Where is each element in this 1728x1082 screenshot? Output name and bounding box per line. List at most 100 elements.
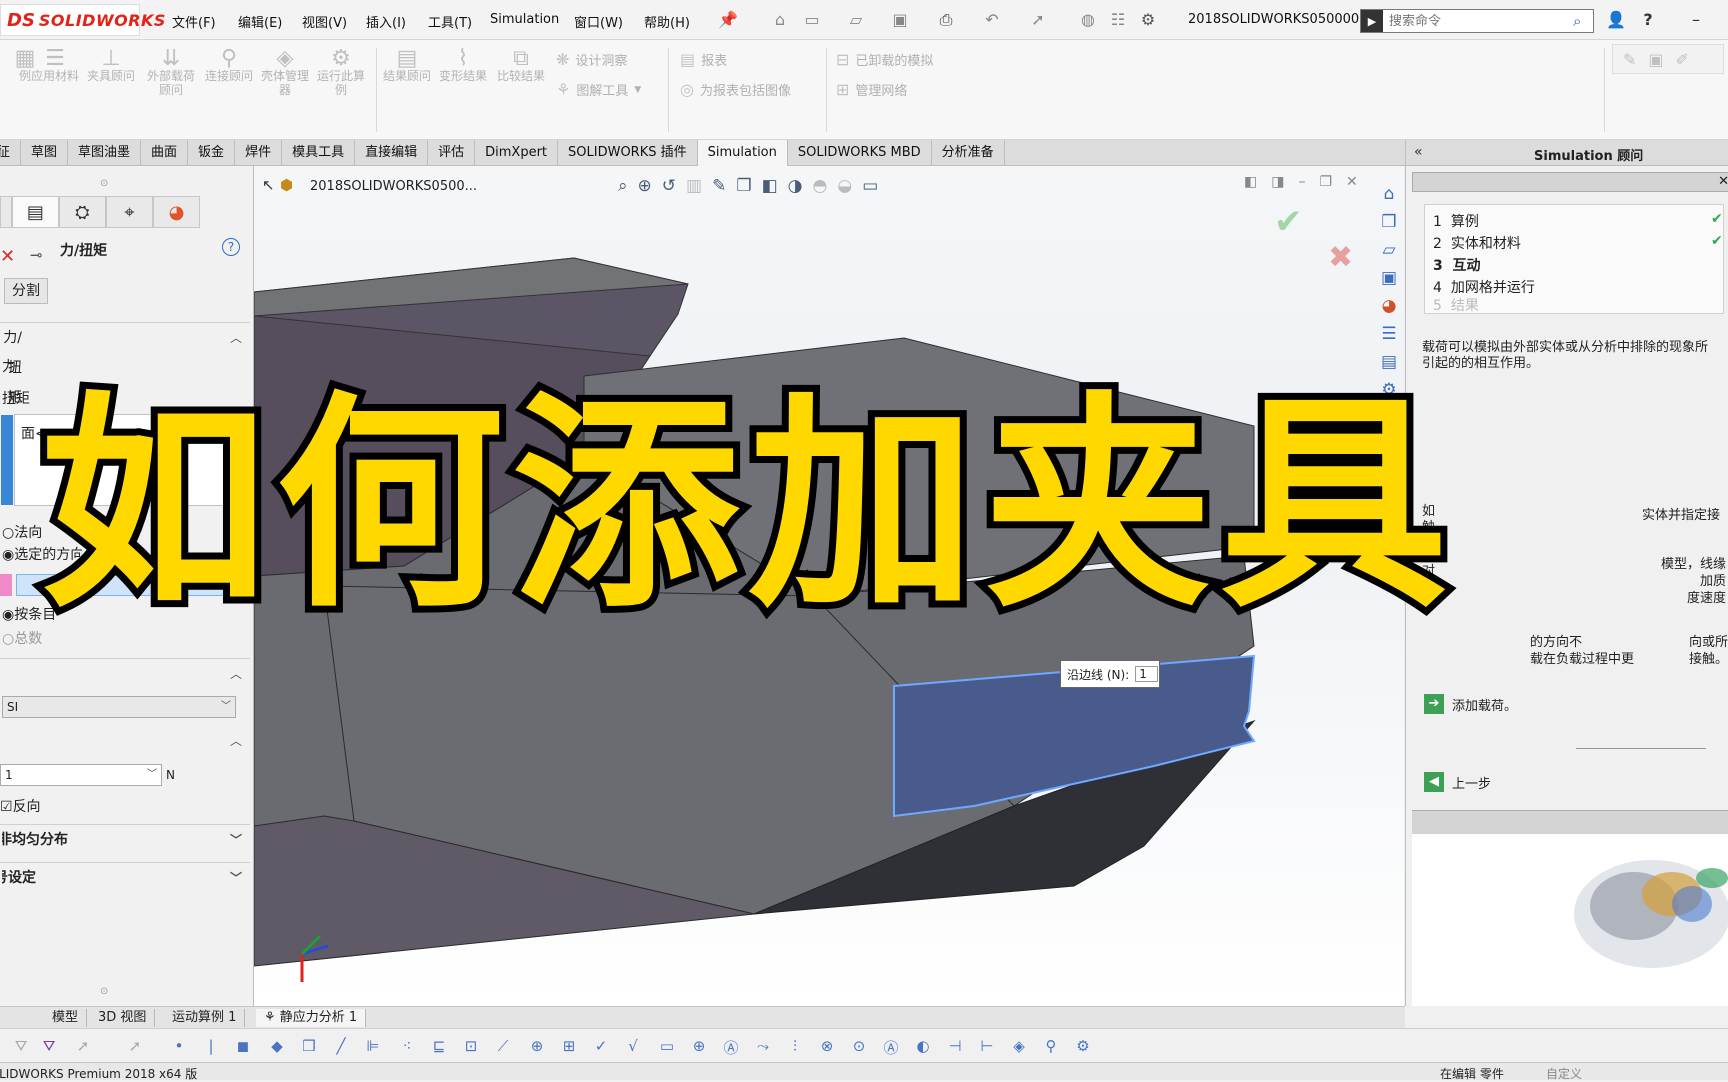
select-icon[interactable]: ➚ — [72, 1037, 94, 1057]
filter-ref-icon[interactable]: ⚲ — [1040, 1037, 1062, 1057]
filter-center-mark-icon[interactable]: ⊕ — [526, 1037, 548, 1057]
filter-geometric-tolerance-icon[interactable]: ⊕ — [688, 1037, 710, 1057]
units-select[interactable]: SI ﹀ — [2, 696, 236, 718]
menu-insert[interactable]: 插入(I) — [366, 12, 406, 31]
user-icon[interactable]: 👤 — [1606, 10, 1626, 30]
offloaded-simulations-button[interactable]: ⊟ 已卸载的模拟 — [836, 50, 933, 69]
shell-manager-button[interactable]: ◈ 壳体管理器 — [260, 48, 310, 98]
normal-radio[interactable]: ○法向 — [2, 522, 42, 542]
close-icon[interactable]: ✕ — [1718, 174, 1728, 189]
appearances-icon[interactable]: ◕ — [1382, 296, 1397, 316]
filter-surface-finish-icon[interactable]: ✓ — [590, 1037, 612, 1057]
compare-results-button[interactable]: ⧉ 比较结果 — [496, 48, 546, 84]
panel-grip[interactable]: ⊙ — [100, 986, 108, 997]
file-properties-icon[interactable]: ☷ — [1108, 10, 1128, 30]
back-link[interactable]: ◀ 上一步 — [1424, 772, 1491, 792]
results-advisor-button[interactable]: ▤ 结果顾问 — [382, 48, 432, 84]
tab-sheet-metal[interactable]: 钣金 — [188, 140, 236, 166]
plot-tools-button[interactable]: ⚘ 图解工具 ▼ — [556, 80, 641, 99]
deformed-result-button[interactable]: ⌇ 变形结果 — [438, 48, 488, 84]
filter-cosmetic-thread-icon[interactable]: ⫶ — [784, 1037, 806, 1057]
pushpin-icon[interactable]: ⊸ — [30, 246, 43, 264]
step-mesh-run[interactable]: 4 加网格并运行 — [1433, 277, 1535, 297]
tab-feature-tree[interactable] — [0, 196, 12, 228]
tab-mold-tools[interactable]: 模具工具 — [282, 140, 356, 166]
search-input[interactable] — [1383, 13, 1573, 29]
units-section-header[interactable]: ︿ — [0, 658, 250, 688]
symbol-settings-header[interactable]: 符号设定 ﹀ — [0, 862, 250, 892]
connections-advisor-button[interactable]: ⚲ 连接顾问 — [204, 48, 254, 84]
tab-features[interactable]: 特征 — [0, 140, 21, 166]
step-bodies-materials[interactable]: 2 实体和材料 — [1433, 233, 1521, 253]
tab-static-study[interactable]: ⚘ 静应力分析 1 — [256, 1009, 367, 1027]
total-radio[interactable]: ○总数 — [2, 628, 42, 648]
design-insight-button[interactable]: ❋ 设计洞察 — [556, 50, 627, 69]
filter-datum-target-icon[interactable]: ⊙ — [848, 1037, 870, 1057]
filter-sketch-segment-icon[interactable]: ⊑ — [428, 1037, 450, 1057]
external-loads-advisor-button[interactable]: ⇊ 外部载荷顾问 — [146, 48, 196, 98]
tab-motion-study[interactable]: 运动算例 1 — [164, 1009, 246, 1027]
edge-force-callout[interactable]: 沿边线 (N): 1 — [1060, 660, 1160, 688]
force-option[interactable]: 力 — [2, 356, 16, 376]
collapse-left-icon[interactable]: « — [1414, 144, 1423, 160]
filter-balloon-icon[interactable]: ⤳ — [752, 1037, 774, 1057]
design-library-icon[interactable]: ❒ — [1381, 212, 1396, 232]
force-value-section-header[interactable]: ︿ — [0, 726, 250, 756]
filter-connection-point-icon[interactable]: ⊢ — [976, 1037, 998, 1057]
tab-weldments[interactable]: 焊件 — [235, 140, 283, 166]
tab-addins[interactable]: SOLIDWORKS 插件 — [558, 140, 698, 166]
filter-faces-bt-icon[interactable]: ◼ — [232, 1037, 254, 1057]
tab-display-manager[interactable]: ◕ — [152, 196, 200, 228]
tab-surfaces[interactable]: 曲面 — [141, 140, 189, 166]
filter-note-icon[interactable]: Ⓐ — [720, 1037, 742, 1057]
reverse-direction-checkbox[interactable]: ☑反向 — [0, 796, 41, 816]
custom-properties-icon[interactable]: ☰ — [1381, 324, 1396, 344]
step-results[interactable]: 5 结果 — [1433, 299, 1479, 313]
tab-model[interactable]: 模型 — [44, 1009, 88, 1027]
edge-force-value[interactable]: 1 — [1135, 666, 1158, 682]
torque-option[interactable]: 扭矩 — [2, 388, 30, 408]
tab-property-manager[interactable]: ▤ — [11, 196, 59, 228]
filter-faces-icon[interactable]: ⛛ — [38, 1037, 60, 1057]
tab-dimxpert-manager[interactable]: ⌖ — [105, 196, 153, 228]
tab-simulation[interactable]: Simulation — [697, 140, 788, 166]
menu-view[interactable]: 视图(V) — [302, 12, 347, 31]
filter-surface-icon[interactable]: ◆ — [266, 1037, 288, 1057]
split-button[interactable]: 分割 — [4, 278, 48, 304]
view-palette-icon[interactable]: ▣ — [1381, 268, 1397, 288]
filter-config-icon[interactable]: ⚙ — [1072, 1037, 1094, 1057]
rebuild-icon[interactable]: ◍ — [1078, 10, 1098, 30]
filter-center-of-mass-icon[interactable]: ◐ — [912, 1037, 934, 1057]
filter-dowel-pin-icon[interactable]: ⊗ — [816, 1037, 838, 1057]
nonuniform-distribution-header[interactable]: 非均匀分布 ﹀ — [0, 824, 250, 854]
filter-plane-icon[interactable]: ⊫ — [362, 1037, 384, 1057]
solidworks-logo[interactable]: DS SOLIDWORKS — [0, 4, 165, 36]
forum-icon[interactable]: ▤ — [1381, 352, 1397, 372]
tab-configuration[interactable]: ⛭ — [58, 196, 106, 228]
menu-tools[interactable]: 工具(T) — [428, 12, 472, 31]
menu-window[interactable]: 窗口(W) — [574, 12, 623, 31]
include-image-button[interactable]: ◎ 为报表包括图像 — [680, 80, 791, 99]
tab-evaluate[interactable]: 评估 — [428, 140, 476, 166]
force-value-input[interactable]: 1 ﹀ — [0, 764, 162, 786]
step-study[interactable]: 1 算例 — [1433, 211, 1479, 231]
filter-axis-icon[interactable]: ╱ — [330, 1037, 352, 1057]
filter-dimension-icon[interactable]: ⊞ — [558, 1037, 580, 1057]
tab-3d-views[interactable]: 3D 视图 — [90, 1009, 156, 1027]
pin-icon[interactable]: 📌 — [718, 10, 738, 30]
menu-help[interactable]: 帮助(H) — [644, 12, 690, 31]
help-icon[interactable]: ? — [222, 238, 240, 256]
fixtures-advisor-button[interactable]: ⊥ 夹具顾问 — [86, 48, 136, 84]
help-question-icon[interactable]: ? — [1638, 10, 1658, 30]
tab-analysis-prep[interactable]: 分析准备 — [932, 140, 1005, 166]
save-icon[interactable]: ▣ — [890, 10, 910, 30]
force-torque-section-header[interactable]: 力/扭矩 ︿ — [0, 322, 250, 406]
close-icon[interactable]: ✕ — [0, 246, 15, 267]
filter-icon[interactable]: ⛛ — [10, 1037, 32, 1057]
filter-mate-reference-icon[interactable]: ◈ — [1008, 1037, 1030, 1057]
step-interactions[interactable]: 3 互动 — [1433, 255, 1481, 275]
add-load-link[interactable]: ➔ 添加载荷。 — [1424, 694, 1517, 714]
menu-file[interactable]: 文件(F) — [172, 12, 216, 31]
filter-datum-icon[interactable]: ▭ — [656, 1037, 678, 1057]
tab-sketch-ink[interactable]: 草图油墨 — [68, 140, 142, 166]
